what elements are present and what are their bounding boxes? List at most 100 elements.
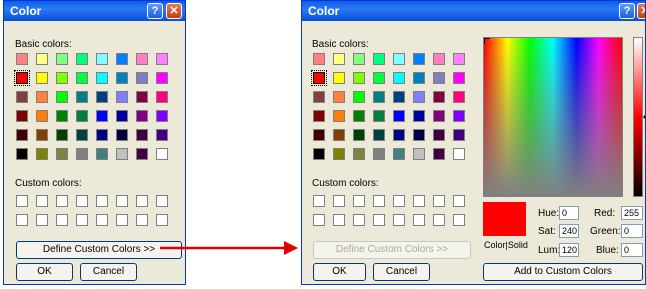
basic-color-swatch[interactable] [393, 129, 405, 141]
basic-color-swatch[interactable] [36, 148, 48, 160]
custom-color-swatch[interactable] [76, 195, 88, 207]
basic-color-swatch[interactable] [353, 148, 365, 160]
basic-color-swatch[interactable] [96, 72, 108, 84]
custom-color-swatch[interactable] [36, 214, 48, 226]
custom-color-swatch[interactable] [96, 195, 108, 207]
custom-color-swatch[interactable] [76, 214, 88, 226]
basic-color-swatch[interactable] [14, 70, 30, 86]
custom-color-swatch[interactable] [353, 214, 365, 226]
basic-color-swatch[interactable] [353, 129, 365, 141]
custom-color-swatch[interactable] [453, 195, 465, 207]
custom-color-swatch[interactable] [56, 195, 68, 207]
basic-color-swatch[interactable] [433, 148, 445, 160]
basic-color-swatch[interactable] [413, 53, 425, 65]
basic-color-swatch[interactable] [333, 129, 345, 141]
lum-input[interactable]: 120 [559, 243, 579, 257]
ok-button[interactable]: OK [16, 263, 73, 281]
help-icon[interactable]: ? [619, 3, 635, 19]
custom-color-swatch[interactable] [373, 195, 385, 207]
basic-color-swatch[interactable] [413, 72, 425, 84]
basic-color-swatch[interactable] [393, 91, 405, 103]
custom-color-swatch[interactable] [413, 195, 425, 207]
custom-color-swatch[interactable] [413, 214, 425, 226]
basic-color-swatch[interactable] [433, 91, 445, 103]
basic-color-swatch[interactable] [76, 53, 88, 65]
basic-color-swatch[interactable] [453, 148, 465, 160]
basic-color-swatch[interactable] [96, 110, 108, 122]
custom-color-swatch[interactable] [116, 214, 128, 226]
basic-color-swatch[interactable] [56, 72, 68, 84]
basic-color-swatch[interactable] [433, 110, 445, 122]
basic-color-swatch[interactable] [116, 148, 128, 160]
basic-color-swatch[interactable] [136, 91, 148, 103]
basic-color-swatch[interactable] [76, 129, 88, 141]
basic-color-swatch[interactable] [76, 91, 88, 103]
basic-color-swatch[interactable] [156, 148, 168, 160]
basic-color-swatch[interactable] [36, 110, 48, 122]
basic-color-swatch[interactable] [36, 53, 48, 65]
custom-color-swatch[interactable] [96, 214, 108, 226]
basic-color-swatch[interactable] [453, 72, 465, 84]
basic-color-swatch[interactable] [333, 72, 345, 84]
basic-color-swatch[interactable] [313, 148, 325, 160]
color-spectrum[interactable] [483, 37, 623, 197]
close-icon[interactable]: ✕ [637, 3, 645, 19]
basic-color-swatch[interactable] [373, 148, 385, 160]
basic-color-swatch[interactable] [413, 91, 425, 103]
basic-color-swatch[interactable] [333, 148, 345, 160]
custom-color-swatch[interactable] [453, 214, 465, 226]
custom-color-swatch[interactable] [333, 214, 345, 226]
basic-color-swatch[interactable] [373, 53, 385, 65]
basic-color-swatch[interactable] [16, 148, 28, 160]
custom-color-swatch[interactable] [353, 195, 365, 207]
basic-color-swatch[interactable] [393, 72, 405, 84]
custom-color-swatch[interactable] [373, 214, 385, 226]
basic-color-swatch[interactable] [433, 72, 445, 84]
custom-color-swatch[interactable] [136, 195, 148, 207]
basic-color-swatch[interactable] [76, 148, 88, 160]
basic-color-swatch[interactable] [136, 148, 148, 160]
basic-color-swatch[interactable] [16, 91, 28, 103]
basic-color-swatch[interactable] [453, 53, 465, 65]
basic-color-swatch[interactable] [96, 53, 108, 65]
custom-color-swatch[interactable] [116, 195, 128, 207]
basic-color-swatch[interactable] [311, 70, 327, 86]
basic-color-swatch[interactable] [353, 53, 365, 65]
basic-color-swatch[interactable] [56, 110, 68, 122]
basic-color-swatch[interactable] [413, 110, 425, 122]
basic-color-swatch[interactable] [16, 53, 28, 65]
basic-color-swatch[interactable] [56, 148, 68, 160]
custom-color-swatch[interactable] [156, 214, 168, 226]
basic-color-swatch[interactable] [453, 110, 465, 122]
green-input[interactable]: 0 [621, 224, 643, 238]
cancel-button[interactable]: Cancel [80, 263, 137, 281]
basic-color-swatch[interactable] [373, 72, 385, 84]
basic-color-swatch[interactable] [313, 129, 325, 141]
basic-color-swatch[interactable] [116, 53, 128, 65]
basic-color-swatch[interactable] [413, 129, 425, 141]
custom-color-swatch[interactable] [16, 195, 28, 207]
basic-color-swatch[interactable] [453, 129, 465, 141]
define-custom-colors-button[interactable]: Define Custom Colors >> [16, 241, 182, 259]
spectrum-crosshair[interactable] [484, 38, 490, 44]
custom-color-swatch[interactable] [433, 195, 445, 207]
basic-color-swatch[interactable] [96, 148, 108, 160]
close-icon[interactable]: ✕ [166, 3, 182, 19]
custom-color-swatch[interactable] [393, 214, 405, 226]
basic-color-swatch[interactable] [136, 110, 148, 122]
basic-color-swatch[interactable] [36, 91, 48, 103]
basic-color-swatch[interactable] [76, 110, 88, 122]
basic-color-swatch[interactable] [353, 72, 365, 84]
basic-color-swatch[interactable] [333, 110, 345, 122]
cancel-button[interactable]: Cancel [373, 263, 430, 281]
basic-color-swatch[interactable] [313, 53, 325, 65]
basic-color-swatch[interactable] [433, 53, 445, 65]
basic-color-swatch[interactable] [393, 110, 405, 122]
basic-color-swatch[interactable] [156, 53, 168, 65]
basic-color-swatch[interactable] [156, 110, 168, 122]
custom-color-swatch[interactable] [136, 214, 148, 226]
basic-color-swatch[interactable] [36, 72, 48, 84]
custom-color-swatch[interactable] [333, 195, 345, 207]
basic-color-swatch[interactable] [16, 129, 28, 141]
basic-color-swatch[interactable] [156, 72, 168, 84]
